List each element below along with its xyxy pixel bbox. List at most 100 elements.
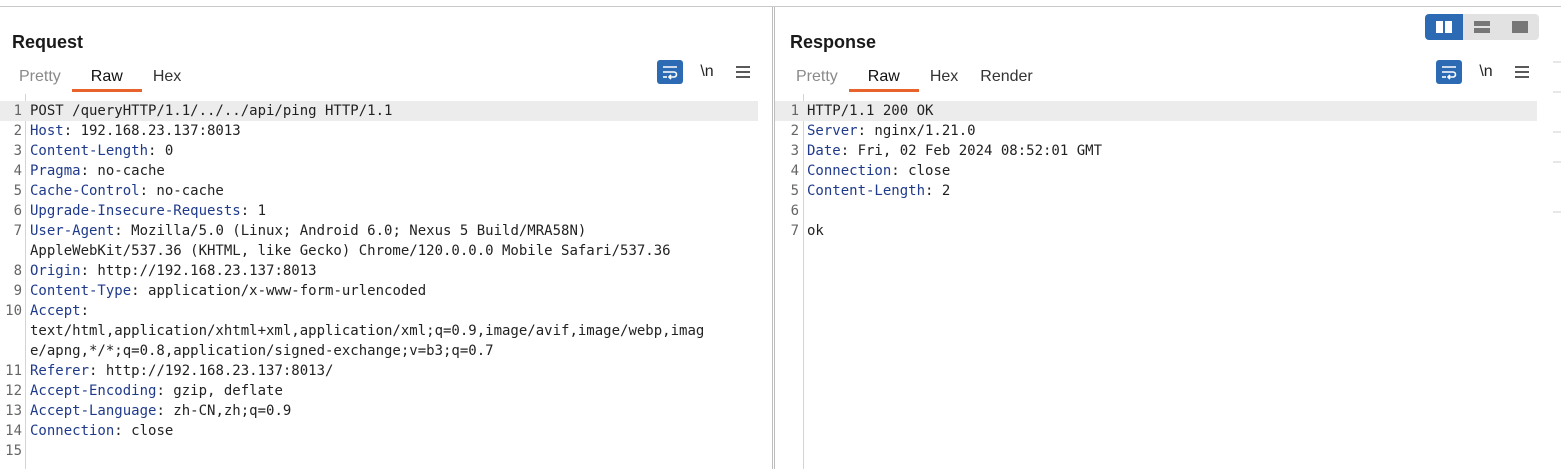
header-name: Accept-Encoding — [30, 383, 157, 399]
line-number: 8 — [13, 263, 22, 279]
response-editor[interactable]: 1 HTTP/1.1 200 OK 2 Server: nginx/1.21.0 … — [775, 94, 1561, 469]
line-number: 6 — [13, 203, 22, 219]
line-number: 5 — [13, 183, 22, 199]
request-tab-pretty[interactable]: Pretty — [8, 64, 72, 92]
line-number: 7 — [790, 223, 799, 239]
request-tabs: Pretty Raw Hex — [8, 64, 192, 92]
line-text: ok — [807, 223, 824, 239]
line-number: 9 — [13, 283, 22, 299]
stacked-layout-icon[interactable] — [1463, 14, 1501, 40]
line-number: 6 — [790, 203, 799, 219]
header-name: Cache-Control — [30, 183, 140, 199]
editor-line: 13 Accept-Language: zh-CN,zh;q=0.9 — [0, 401, 291, 421]
header-value: : close — [114, 423, 174, 439]
editor-line: 1 HTTP/1.1 200 OK — [775, 101, 1537, 121]
header-value: : nginx/1.21.0 — [857, 123, 976, 139]
response-tab-hex[interactable]: Hex — [919, 64, 969, 92]
header-value: : zh-CN,zh;q=0.9 — [156, 403, 292, 419]
wrapped-line-text: text/html,application/xhtml+xml,applicat… — [30, 323, 705, 339]
editor-line: 5 Cache-Control: no-cache — [0, 181, 224, 201]
request-toolbar: \n — [657, 60, 755, 84]
editor-line: 6 — [775, 201, 807, 221]
pane-divider[interactable] — [772, 7, 773, 469]
line-text: POST /queryHTTP/1.1/../../api/ping HTTP/… — [30, 103, 393, 119]
response-pane: Response Pretty Raw Hex Render \n 1 HTTP… — [775, 7, 1561, 469]
right-edge-scrollbar[interactable] — [1553, 7, 1561, 469]
line-number: 1 — [13, 103, 22, 119]
editor-line: 8 Origin: http://192.168.23.137:8013 — [0, 261, 317, 281]
wrap-lines-icon[interactable] — [1436, 60, 1462, 84]
response-title: Response — [790, 32, 877, 52]
wrapped-line-text: e/apng,*/*;q=0.8,application/signed-exch… — [30, 343, 494, 359]
request-editor[interactable]: 1 POST /queryHTTP/1.1/../../api/ping HTT… — [0, 94, 772, 469]
line-number: 10 — [5, 303, 22, 319]
editor-line: 6 Upgrade-Insecure-Requests: 1 — [0, 201, 266, 221]
response-toolbar: \n — [1436, 60, 1534, 84]
line-number: 14 — [5, 423, 22, 439]
header-name: Accept — [30, 303, 81, 319]
response-tab-pretty[interactable]: Pretty — [785, 64, 849, 92]
header-name: Date — [807, 143, 841, 159]
header-value: : http://192.168.23.137:8013 — [80, 263, 317, 279]
header-name: Referer — [30, 363, 90, 379]
line-number: 3 — [13, 143, 22, 159]
editor-line: 2 Server: nginx/1.21.0 — [775, 121, 976, 141]
editor-line: 2 Host: 192.168.23.137:8013 — [0, 121, 241, 141]
line-text — [799, 201, 807, 221]
editor-line: 3 Content-Length: 0 — [0, 141, 174, 161]
hamburger-menu-icon[interactable] — [731, 61, 755, 83]
header-value: : 1 — [240, 203, 267, 219]
editor-line: 4 Pragma: no-cache — [0, 161, 165, 181]
editor-line: 3 Date: Fri, 02 Feb 2024 08:52:01 GMT — [775, 141, 1102, 161]
header-value: : 0 — [148, 143, 174, 159]
header-name: Upgrade-Insecure-Requests — [30, 203, 241, 219]
line-number: 4 — [790, 163, 799, 179]
line-number: 1 — [790, 103, 799, 119]
editor-line: 5 Content-Length: 2 — [775, 181, 951, 201]
line-number: 7 — [13, 223, 22, 239]
response-tab-raw[interactable]: Raw — [848, 64, 919, 92]
line-number: 4 — [13, 163, 22, 179]
header-name: Connection — [807, 163, 892, 179]
header-value: : application/x-www-form-urlencoded — [131, 283, 427, 299]
line-number: 5 — [790, 183, 799, 199]
request-title: Request — [12, 32, 84, 52]
hamburger-menu-icon[interactable] — [1510, 61, 1534, 83]
response-tabs: Pretty Raw Hex Render — [785, 64, 1044, 92]
line-number: 13 — [5, 403, 22, 419]
line-number: 15 — [5, 443, 22, 459]
editor-line: 14 Connection: close — [0, 421, 173, 441]
newline-toggle-button[interactable]: \n — [1474, 63, 1498, 81]
header-value: : 192.168.23.137:8013 — [63, 123, 241, 139]
line-number: 3 — [790, 143, 799, 159]
editor-line: 7 ok — [775, 221, 824, 241]
editor-line: 15 — [0, 441, 30, 461]
wrap-lines-icon[interactable] — [657, 60, 683, 84]
header-name: Content-Type — [30, 283, 132, 299]
header-value: : http://192.168.23.137:8013/ — [89, 363, 334, 379]
header-value: : no-cache — [139, 183, 224, 199]
side-by-side-layout-icon[interactable] — [1425, 14, 1463, 40]
header-name: Host — [30, 123, 64, 139]
header-name: Accept-Language — [30, 403, 157, 419]
editor-line: 12 Accept-Encoding: gzip, deflate — [0, 381, 283, 401]
line-number: 12 — [5, 383, 22, 399]
editor-line: 11 Referer: http://192.168.23.137:8013/ — [0, 361, 333, 381]
editor-line: 10 Accept: — [0, 301, 89, 321]
header-name: Origin — [30, 263, 81, 279]
single-pane-layout-icon[interactable] — [1501, 14, 1539, 40]
header-value: : close — [891, 163, 951, 179]
request-tab-raw[interactable]: Raw — [71, 64, 142, 92]
line-number: 2 — [13, 123, 22, 139]
newline-toggle-button[interactable]: \n — [695, 63, 719, 81]
editor-line: 7 User-Agent: Mozilla/5.0 (Linux; Android… — [0, 221, 587, 241]
layout-toggle — [1425, 14, 1539, 40]
response-tab-render[interactable]: Render — [969, 64, 1043, 92]
editor-line: 4 Connection: close — [775, 161, 951, 181]
line-text — [22, 441, 30, 461]
header-value: : gzip, deflate — [156, 383, 283, 399]
header-name: Connection — [30, 423, 115, 439]
request-tab-hex[interactable]: Hex — [142, 64, 192, 92]
header-value: : Mozilla/5.0 (Linux; Android 6.0; Nexus… — [114, 223, 587, 239]
header-value: : — [80, 303, 90, 319]
